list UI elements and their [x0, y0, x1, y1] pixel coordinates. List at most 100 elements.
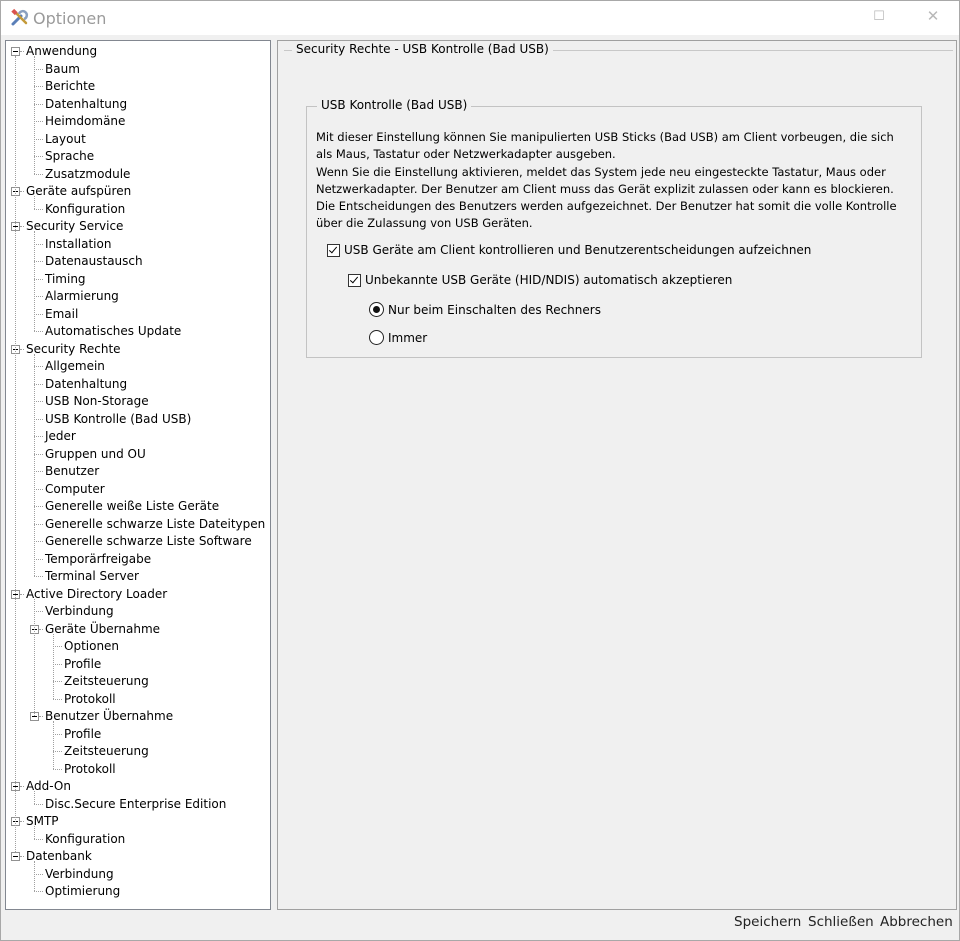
description-line: Wenn Sie die Einstellung aktivieren, mel…: [316, 164, 886, 179]
tree-item[interactable]: Heimdomäne: [6, 113, 266, 130]
tree-item[interactable]: Zeitsteuerung: [6, 673, 266, 690]
tree-item[interactable]: Timing: [6, 271, 266, 288]
tree-connector: [34, 156, 43, 157]
tree-item[interactable]: Layout: [6, 131, 266, 148]
tree-item-label: Installation: [45, 236, 112, 251]
tree-item[interactable]: Add-On: [6, 778, 266, 795]
cancel-button[interactable]: Abbrechen: [880, 914, 953, 930]
auto-accept-checkbox[interactable]: [348, 273, 361, 287]
tree-item[interactable]: Baum: [6, 61, 266, 78]
radio-always[interactable]: [369, 330, 384, 345]
radio-startup[interactable]: [369, 302, 384, 317]
close-button[interactable]: Schließen: [808, 914, 874, 930]
tree-item[interactable]: USB Non-Storage: [6, 393, 266, 410]
tree-item-label: Automatisches Update: [45, 324, 182, 338]
tree-item[interactable]: Optionen: [6, 638, 266, 655]
usb-control-checkbox[interactable]: [327, 243, 340, 257]
tree-item-label: Heimdomäne: [45, 114, 126, 128]
save-button[interactable]: Speichern: [734, 914, 801, 930]
tree-connector: [53, 646, 62, 647]
tree-item-label: Benutzer Übernahme: [45, 709, 174, 723]
tree-item[interactable]: Optimierung: [6, 883, 266, 900]
tree-item[interactable]: Anwendung: [6, 43, 266, 60]
collapse-icon[interactable]: [11, 47, 20, 56]
tree-item-label: Optimierung: [45, 884, 121, 898]
options-tree[interactable]: Anwendung Baum Berichte Datenhaltung Heimdom…: [5, 40, 271, 910]
tree-connector: [34, 103, 43, 105]
tree-item[interactable]: Profile: [6, 726, 266, 743]
tree-item[interactable]: Datenhaltung: [6, 376, 266, 393]
tree-item[interactable]: Temporärfreigabe: [6, 551, 266, 568]
tree-connector: [34, 453, 43, 455]
auto-accept-checkbox-row[interactable]: Unbekannte USB Geräte (HID/NDIS) automat…: [348, 273, 732, 287]
tree-item-label: Verbindung: [45, 604, 114, 618]
tree-item[interactable]: Datenbank: [6, 848, 266, 865]
tree-connector: [34, 313, 43, 315]
tree-item-label: Security Rechte: [26, 341, 121, 356]
tree-item-label: Protokoll: [64, 761, 116, 776]
tree-item[interactable]: USB Kontrolle (Bad USB): [6, 411, 266, 428]
tree-item[interactable]: Sprache: [6, 148, 266, 165]
tree-item[interactable]: Generelle schwarze Liste Software: [6, 533, 266, 550]
tree-item[interactable]: Zusatzmodule: [6, 166, 266, 183]
tree-item[interactable]: Jeder: [6, 428, 266, 445]
tree-item[interactable]: Geräte Übernahme: [6, 621, 266, 638]
tree-item-label: Konfiguration: [45, 201, 126, 216]
description-text: Mit dieser Einstellung können Sie manipu…: [316, 129, 912, 233]
tree-connector: [53, 768, 62, 770]
tree-item[interactable]: Computer: [6, 481, 266, 498]
tree-connector: [34, 366, 43, 367]
tree-connector: [34, 401, 43, 402]
tree-item[interactable]: Protokoll: [6, 691, 266, 708]
tree-item-label: Disc.Secure Enterprise Edition: [45, 796, 227, 811]
maximize-icon[interactable]: ☐: [869, 9, 889, 24]
tree-connector: [34, 873, 43, 875]
tree-item[interactable]: Automatisches Update: [6, 323, 266, 340]
tree-item[interactable]: Installation: [6, 236, 266, 253]
tree-item[interactable]: Disc.Secure Enterprise Edition: [6, 796, 266, 813]
description-line: über die Zulassung von USB Geräten.: [316, 216, 533, 231]
tree-connector: [15, 56, 16, 852]
tree-connector: [34, 353, 35, 576]
tree-item[interactable]: Generelle weiße Liste Geräte: [6, 498, 266, 515]
tree-item[interactable]: Security Service: [6, 218, 266, 235]
tree-item[interactable]: Zeitsteuerung: [6, 743, 266, 760]
tree-item[interactable]: Security Rechte: [6, 341, 266, 358]
tree-item-label: SMTP: [26, 814, 59, 828]
tree-connector: [34, 488, 43, 490]
tree-item[interactable]: Active Directory Loader: [6, 586, 266, 603]
tree-connector: [34, 576, 43, 577]
tree-item[interactable]: Protokoll: [6, 761, 266, 778]
tree-item-label: Generelle weiße Liste Geräte: [45, 499, 220, 513]
tree-item[interactable]: Berichte: [6, 78, 266, 95]
tree-item[interactable]: Verbindung: [6, 603, 266, 620]
tree-connector: [53, 681, 62, 682]
radio-always-row[interactable]: Immer: [369, 330, 427, 345]
usb-control-checkbox-row[interactable]: USB Geräte am Client kontrollieren und B…: [327, 243, 811, 257]
tree-item[interactable]: SMTP: [6, 813, 266, 830]
tree-item[interactable]: Generelle schwarze Liste Dateitypen: [6, 516, 266, 533]
tree-item[interactable]: Verbindung: [6, 866, 266, 883]
tree-item-label: Konfiguration: [45, 831, 126, 846]
tree-item[interactable]: Konfiguration: [6, 831, 266, 848]
tree-item[interactable]: Konfiguration: [6, 201, 266, 218]
close-icon[interactable]: ✕: [923, 7, 943, 25]
tree-item[interactable]: Profile: [6, 656, 266, 673]
tree-item[interactable]: Allgemein: [6, 358, 266, 375]
outer-group-title: Security Rechte - USB Kontrolle (Bad USB…: [292, 42, 553, 56]
radio-startup-row[interactable]: Nur beim Einschalten des Rechners: [369, 302, 601, 317]
tree-item[interactable]: Gruppen und OU: [6, 446, 266, 463]
tree-item[interactable]: Datenhaltung: [6, 96, 266, 113]
tree-connector: [34, 541, 43, 542]
tree-item-label: Jeder: [45, 429, 76, 443]
tree-connector: [34, 803, 43, 805]
tree-item[interactable]: Benutzer: [6, 463, 266, 480]
tree-connector: [34, 383, 43, 385]
collapse-icon[interactable]: [11, 852, 20, 861]
tree-item[interactable]: Geräte aufspüren: [6, 183, 266, 200]
tree-item[interactable]: Datenaustausch: [6, 253, 266, 270]
tree-item[interactable]: Email: [6, 306, 266, 323]
tree-item[interactable]: Benutzer Übernahme: [6, 708, 266, 725]
tree-item[interactable]: Alarmierung: [6, 288, 266, 305]
tree-item[interactable]: Terminal Server: [6, 568, 266, 585]
